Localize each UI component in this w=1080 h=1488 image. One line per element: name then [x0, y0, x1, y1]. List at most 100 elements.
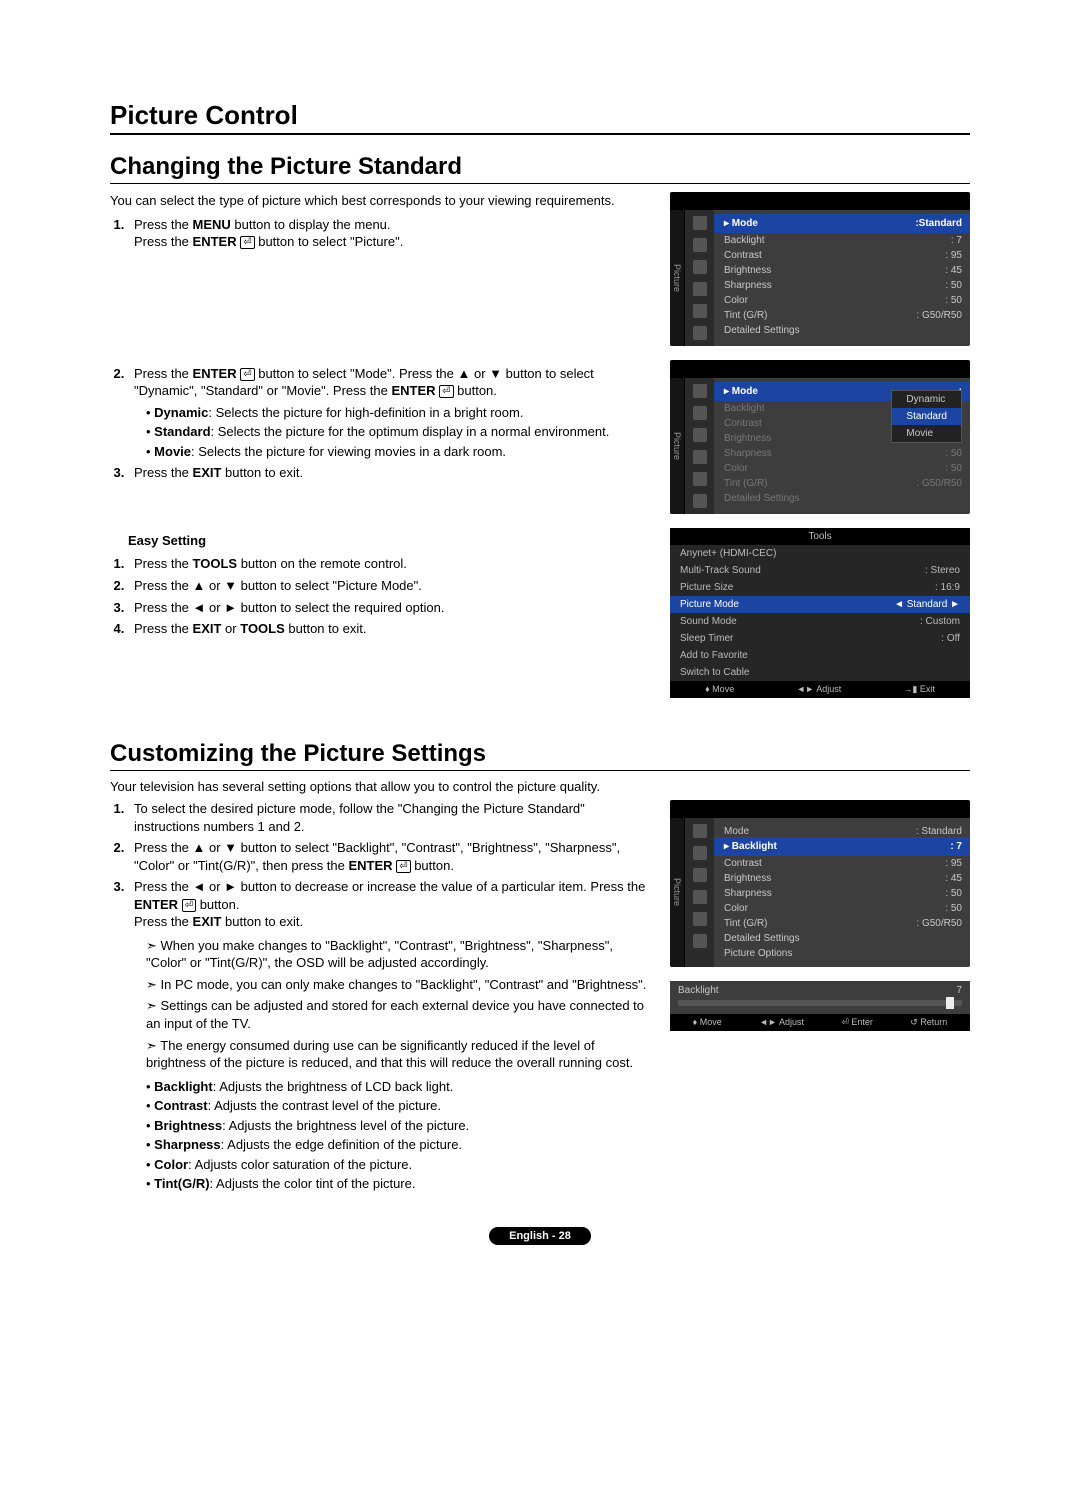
osd-item: Contrast: 95: [724, 856, 962, 871]
tools-row: Switch to Cable: [670, 664, 970, 681]
osd-item: Brightness: 45: [724, 263, 962, 278]
tools-word: TOOLS: [193, 556, 238, 571]
t: button to display the menu.: [231, 217, 391, 232]
osd-tab: Picture: [670, 818, 684, 967]
osd-item: Sharpness: 50: [724, 886, 962, 901]
enter-word: ENTER: [193, 234, 237, 249]
osd-picture-menu-2: Picture ▸ Mode:BacklightContrastBrightne…: [670, 360, 970, 514]
t: ENTER: [134, 897, 178, 912]
easy-steps: Press the TOOLS button on the remote con…: [128, 555, 650, 637]
t: : Adjusts color saturation of the pictur…: [188, 1157, 412, 1172]
slider-value: 7: [956, 985, 962, 996]
section-changing-standard: Changing the Picture Standard You can se…: [110, 153, 970, 712]
enter-word: ENTER: [193, 366, 237, 381]
t: EXIT: [193, 914, 222, 929]
t: EXIT: [193, 621, 222, 636]
section2-title: Customizing the Picture Settings: [110, 740, 970, 771]
t: : Adjusts the brightness level of the pi…: [222, 1118, 469, 1133]
enter-icon: ⏎: [240, 368, 254, 381]
t: Press the ◄ or ► button to select the re…: [128, 599, 650, 617]
t: button.: [196, 897, 239, 912]
section1-steps: Press the MENU button to display the men…: [128, 216, 650, 482]
t: Movie: [154, 444, 191, 459]
dropdown-option: Standard: [892, 408, 961, 425]
osd-sidebar-icons: [684, 210, 714, 346]
osd-tab: Picture: [670, 210, 684, 346]
t: : Adjusts the edge definition of the pic…: [221, 1137, 462, 1152]
osd-item: Color: 50: [724, 461, 962, 476]
page-number: English - 28: [489, 1227, 591, 1245]
t: : Selects the picture for the optimum di…: [211, 424, 610, 439]
t: : Selects the picture for viewing movies…: [191, 444, 506, 459]
t: button.: [454, 383, 497, 398]
t: Press the: [134, 465, 193, 480]
t: or: [221, 621, 240, 636]
osd-item: Detailed Settings: [724, 931, 962, 946]
t: Standard: [154, 424, 210, 439]
t: : Selects the picture for high-definitio…: [208, 405, 523, 420]
t: Press the: [134, 621, 193, 636]
t: Press the ◄ or ► button to decrease or i…: [134, 879, 645, 894]
enter-icon: ⏎: [240, 236, 254, 249]
section2-notes: When you make changes to "Backlight", "C…: [140, 937, 650, 1072]
step2: Press the ENTER ⏎ button to select "Mode…: [128, 365, 650, 461]
t: Press the: [134, 217, 193, 232]
enter-word: ENTER: [391, 383, 435, 398]
section1-osd-column: Picture ▸ Mode:StandardBacklight: 7Contr…: [670, 192, 970, 712]
osd-list: ▸ Mode:StandardBacklight: 7Contrast: 95B…: [714, 210, 970, 346]
t: Press the: [134, 914, 193, 929]
osd-picture-menu-3: Picture Mode: Standard▸ Backlight: 7Cont…: [670, 800, 970, 967]
exit-word: EXIT: [193, 465, 222, 480]
section-customizing: Customizing the Picture Settings Your te…: [110, 740, 970, 1197]
t: Press the: [134, 366, 193, 381]
osd-list: Mode: Standard▸ Backlight: 7Contrast: 95…: [714, 818, 970, 967]
dropdown-option: Dynamic: [892, 391, 961, 408]
t: button to exit.: [221, 465, 303, 480]
t: : Adjusts the contrast level of the pict…: [208, 1098, 441, 1113]
section1-text: You can select the type of picture which…: [110, 192, 650, 712]
osd-item: Tint (G/R): G50/R50: [724, 916, 962, 931]
tools-row: Sleep Timer: Off: [670, 630, 970, 647]
t: The energy consumed during use can be si…: [140, 1037, 650, 1072]
slider-label: Backlight: [678, 985, 719, 996]
section1-title: Changing the Picture Standard: [110, 153, 970, 184]
t: Settings can be adjusted and stored for …: [140, 997, 650, 1032]
t: In PC mode, you can only make changes to…: [140, 976, 650, 994]
t: Brightness: [154, 1118, 222, 1133]
section2-intro: Your television has several setting opti…: [110, 779, 970, 794]
osd-item: Brightness: 45: [724, 871, 962, 886]
section2-osd-column: Picture Mode: Standard▸ Backlight: 7Cont…: [670, 800, 970, 1197]
easy-setting-title: Easy Setting: [128, 532, 650, 550]
osd-item: Tint (G/R): G50/R50: [724, 476, 962, 491]
t: Backlight: [154, 1079, 213, 1094]
tools-row: Picture Mode◄ Standard ►: [670, 596, 970, 613]
osd-sidebar-icons: [684, 378, 714, 514]
t: To select the desired picture mode, foll…: [128, 800, 650, 835]
tools-row: Picture Size: 16:9: [670, 579, 970, 596]
osd-item: Detailed Settings: [724, 491, 962, 506]
menu-word: MENU: [193, 217, 231, 232]
section2-steps: To select the desired picture mode, foll…: [128, 800, 650, 1193]
t: button to exit.: [285, 621, 367, 636]
osd-item: Detailed Settings: [724, 323, 962, 338]
osd-item: ▸ Mode:Standard: [714, 214, 970, 233]
tools-row: Add to Favorite: [670, 647, 970, 664]
tools-menu: Tools Anynet+ (HDMI-CEC)Multi-Track Soun…: [670, 528, 970, 698]
osd-tab: Picture: [670, 378, 684, 514]
t: Tint(G/R): [154, 1176, 209, 1191]
t: button.: [411, 858, 454, 873]
slider-track: [678, 1000, 962, 1006]
dropdown-option: Movie: [892, 425, 961, 442]
osd-picture-menu-1: Picture ▸ Mode:StandardBacklight: 7Contr…: [670, 192, 970, 346]
slider-footer: ♦ Move◄► Adjust⏎ Enter↺ Return: [670, 1014, 970, 1031]
tools-row: Multi-Track Sound: Stereo: [670, 562, 970, 579]
tools-title: Tools: [670, 528, 970, 545]
setting-definitions: Backlight: Adjusts the brightness of LCD…: [140, 1078, 650, 1193]
step1: Press the MENU button to display the men…: [128, 216, 650, 361]
page-footer: English - 28: [110, 1227, 970, 1242]
osd-item: Color: 50: [724, 293, 962, 308]
t: Press the: [134, 234, 193, 249]
enter-icon: ⏎: [396, 860, 410, 873]
t: When you make changes to "Backlight", "C…: [140, 937, 650, 972]
mode-dropdown: DynamicStandardMovie: [891, 390, 962, 443]
